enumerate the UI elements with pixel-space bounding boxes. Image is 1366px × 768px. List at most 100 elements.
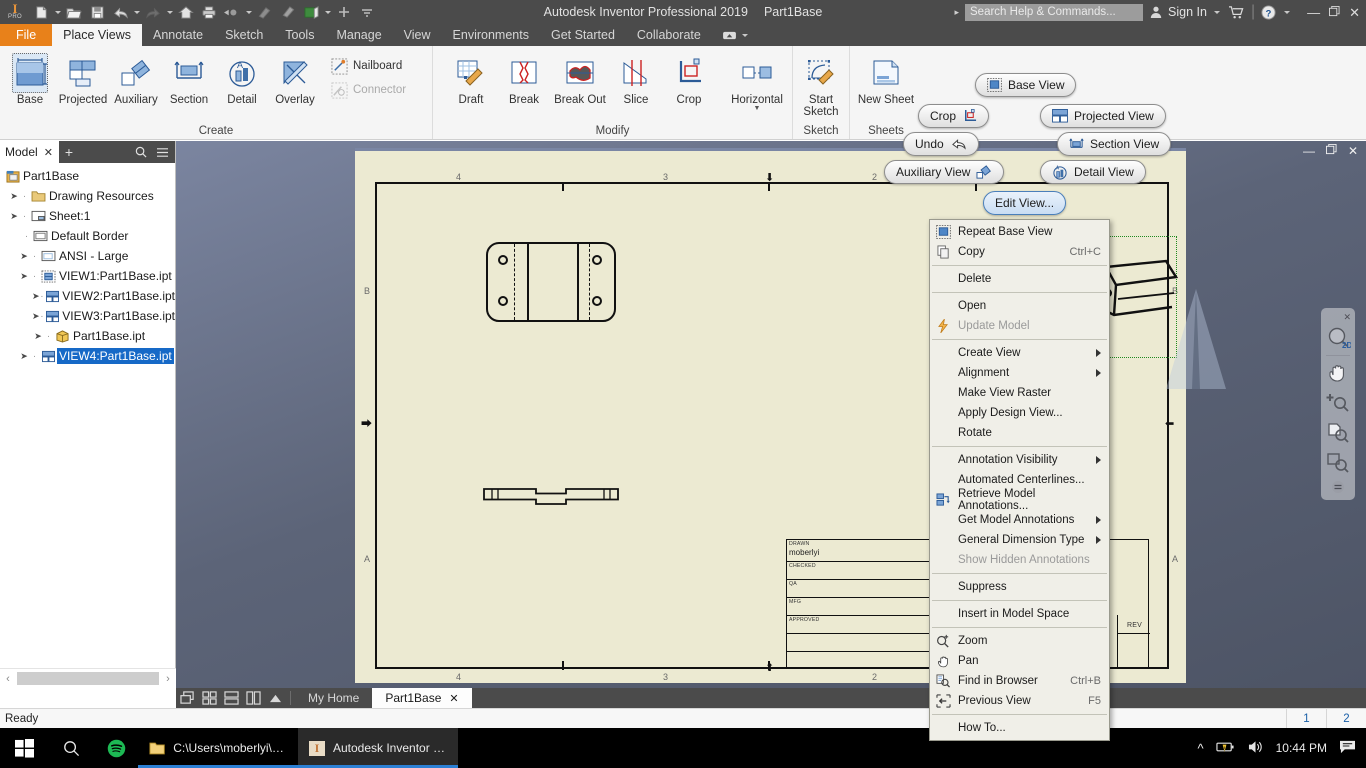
drawing-view-side[interactable] bbox=[483, 488, 619, 508]
taskbar-clock[interactable]: 10:44 PM bbox=[1276, 741, 1327, 755]
connector-button[interactable]: Connector bbox=[328, 78, 428, 102]
close-icon[interactable]: ✕ bbox=[1343, 312, 1355, 323]
tree-node-drawing-resources[interactable]: ➤ · Drawing Resources bbox=[0, 186, 175, 206]
slice-button[interactable]: Slice bbox=[610, 50, 662, 106]
windows-start-icon[interactable] bbox=[0, 728, 48, 768]
tab-get-started[interactable]: Get Started bbox=[540, 24, 626, 46]
home-icon[interactable] bbox=[175, 1, 197, 23]
minimize-button[interactable]: — bbox=[1307, 6, 1320, 19]
sign-in-button[interactable]: Sign In bbox=[1149, 5, 1207, 19]
battery-warning-icon[interactable]: ! bbox=[1216, 740, 1235, 757]
expand-icon[interactable] bbox=[264, 688, 286, 708]
ctx-retrieve-model-annotations[interactable]: Retrieve Model Annotations... bbox=[930, 488, 1109, 512]
print-icon[interactable] bbox=[198, 1, 220, 23]
tab-view[interactable]: View bbox=[393, 24, 442, 46]
navbar-options-icon[interactable] bbox=[1323, 479, 1353, 496]
auxiliary-view-button[interactable]: Auxiliary bbox=[110, 50, 162, 106]
chevron-right-icon[interactable]: ➤ bbox=[18, 251, 30, 262]
select-dropdown[interactable] bbox=[244, 1, 253, 23]
ctx-update-model[interactable]: Update Model bbox=[930, 316, 1109, 336]
cascade-icon[interactable] bbox=[176, 688, 198, 708]
tree-node-part1base-ipt[interactable]: ➤ · Part1Base.ipt bbox=[0, 326, 175, 346]
tree-node-view2[interactable]: ➤ · VIEW2:Part1Base.ipt bbox=[0, 286, 175, 306]
break-button[interactable]: Break bbox=[498, 50, 550, 106]
overlay-view-button[interactable]: Overlay bbox=[269, 50, 321, 106]
save-icon[interactable] bbox=[86, 1, 108, 23]
marking-auxiliary-view-button[interactable]: Auxiliary View bbox=[884, 160, 1005, 184]
section-view-button[interactable]: Section bbox=[163, 50, 215, 106]
restore-button[interactable] bbox=[1329, 5, 1340, 19]
select-icon[interactable] bbox=[221, 1, 243, 23]
search-input[interactable]: Search Help & Commands... bbox=[965, 3, 1144, 21]
customize-icon[interactable] bbox=[356, 1, 378, 23]
marking-crop-button[interactable]: Crop bbox=[918, 104, 990, 128]
hamburger-icon[interactable] bbox=[156, 147, 169, 158]
ribbon-display-options[interactable] bbox=[712, 24, 760, 46]
tree-node-default-border[interactable]: · Default Border bbox=[0, 226, 175, 246]
search-icon[interactable] bbox=[135, 146, 147, 158]
undo-icon[interactable] bbox=[109, 1, 131, 23]
tab-tools[interactable]: Tools bbox=[274, 24, 325, 46]
update-icon[interactable] bbox=[300, 1, 322, 23]
spotify-icon[interactable] bbox=[94, 728, 138, 768]
tab-file[interactable]: File bbox=[0, 24, 53, 46]
ctx-delete[interactable]: Delete bbox=[930, 269, 1109, 289]
update-dropdown[interactable] bbox=[323, 1, 332, 23]
redo-icon[interactable] bbox=[142, 1, 164, 23]
close-icon[interactable]: ✕ bbox=[38, 146, 59, 159]
tab-place-views[interactable]: Place Views bbox=[52, 24, 143, 46]
tab-annotate[interactable]: Annotate bbox=[142, 24, 214, 46]
graphics-window[interactable]: — ✕ 4 3 2 4 3 2 B A B A ⬇ ⬆ ⮕ ⬅ DRAWN mo… bbox=[176, 141, 1366, 688]
marking-section-view-button[interactable]: Section View bbox=[1057, 132, 1172, 156]
ctx-pan[interactable]: Pan bbox=[930, 651, 1109, 671]
marking-base-view-button[interactable]: Base View bbox=[975, 73, 1077, 97]
tree-node-view4-selected[interactable]: ➤ · VIEW4:Part1Base.ipt bbox=[0, 346, 175, 366]
ctx-insert-in-model-space[interactable]: Insert in Model Space bbox=[930, 604, 1109, 624]
open-file-icon[interactable] bbox=[63, 1, 85, 23]
scroll-left-icon[interactable]: ‹ bbox=[0, 673, 16, 685]
tree-node-view3[interactable]: ➤ · VIEW3:Part1Base.ipt bbox=[0, 306, 175, 326]
material-icon[interactable] bbox=[277, 1, 299, 23]
tile-horizontal-icon[interactable] bbox=[220, 688, 242, 708]
chevron-down-icon[interactable]: ➤ bbox=[18, 271, 30, 282]
tile-icon[interactable] bbox=[198, 688, 220, 708]
scroll-right-icon[interactable]: › bbox=[160, 673, 176, 685]
horizontal-align-button[interactable]: Horizontal ▼ bbox=[726, 50, 788, 112]
marking-edit-view-button[interactable]: Edit View... bbox=[983, 191, 1067, 215]
taskbar-app-explorer[interactable]: C:\Users\moberlyi\Pi... bbox=[138, 728, 298, 768]
ctx-create-view[interactable]: Create View bbox=[930, 343, 1109, 363]
marking-detail-view-button[interactable]: A Detail View bbox=[1040, 160, 1146, 184]
start-sketch-button[interactable]: Start Sketch bbox=[797, 50, 845, 118]
help-dropdown[interactable] bbox=[1282, 1, 1291, 23]
ctx-suppress[interactable]: Suppress bbox=[930, 577, 1109, 597]
chevron-right-icon[interactable]: ➤ bbox=[18, 351, 30, 362]
undo-dropdown[interactable] bbox=[132, 1, 141, 23]
tab-part1base[interactable]: Part1Base ✕ bbox=[372, 688, 472, 708]
chevron-right-icon[interactable]: ➤ bbox=[32, 331, 44, 342]
cart-icon[interactable] bbox=[1228, 5, 1245, 20]
crop-button[interactable]: Crop bbox=[663, 50, 715, 106]
ctx-open[interactable]: Open bbox=[930, 296, 1109, 316]
doc-minimize-button[interactable]: — bbox=[1303, 144, 1315, 158]
zoom-window-icon[interactable] bbox=[1323, 448, 1353, 479]
chevron-right-icon[interactable]: ➤ bbox=[8, 191, 20, 202]
zoom-in-icon[interactable] bbox=[1323, 387, 1353, 418]
ctx-rotate[interactable]: Rotate bbox=[930, 423, 1109, 443]
chevron-right-icon[interactable]: ➤ bbox=[32, 291, 40, 302]
ctx-make-view-raster[interactable]: Make View Raster bbox=[930, 383, 1109, 403]
ctx-show-hidden-annotations[interactable]: Show Hidden Annotations bbox=[930, 550, 1109, 570]
tab-my-home[interactable]: My Home bbox=[295, 688, 372, 708]
drawing-view-top[interactable] bbox=[486, 242, 616, 322]
ctx-find-in-browser[interactable]: Find in Browser Ctrl+B bbox=[930, 671, 1109, 691]
tab-environments[interactable]: Environments bbox=[442, 24, 540, 46]
nailboard-button[interactable]: Nailboard bbox=[328, 54, 428, 78]
ctx-zoom[interactable]: Zoom bbox=[930, 631, 1109, 651]
horizontal-align-dropdown-icon[interactable]: ▼ bbox=[754, 105, 761, 112]
tree-node-ansi-large[interactable]: ➤ · ANSI - Large bbox=[0, 246, 175, 266]
tile-vertical-icon[interactable] bbox=[242, 688, 264, 708]
tray-chevron-icon[interactable]: ^ bbox=[1198, 741, 1204, 756]
status-cell-2[interactable]: 2 bbox=[1326, 708, 1366, 729]
view-2d-icon[interactable]: 2D bbox=[1323, 323, 1353, 354]
doc-restore-button[interactable] bbox=[1325, 144, 1337, 158]
ribbon-options-dropdown[interactable] bbox=[741, 24, 750, 46]
